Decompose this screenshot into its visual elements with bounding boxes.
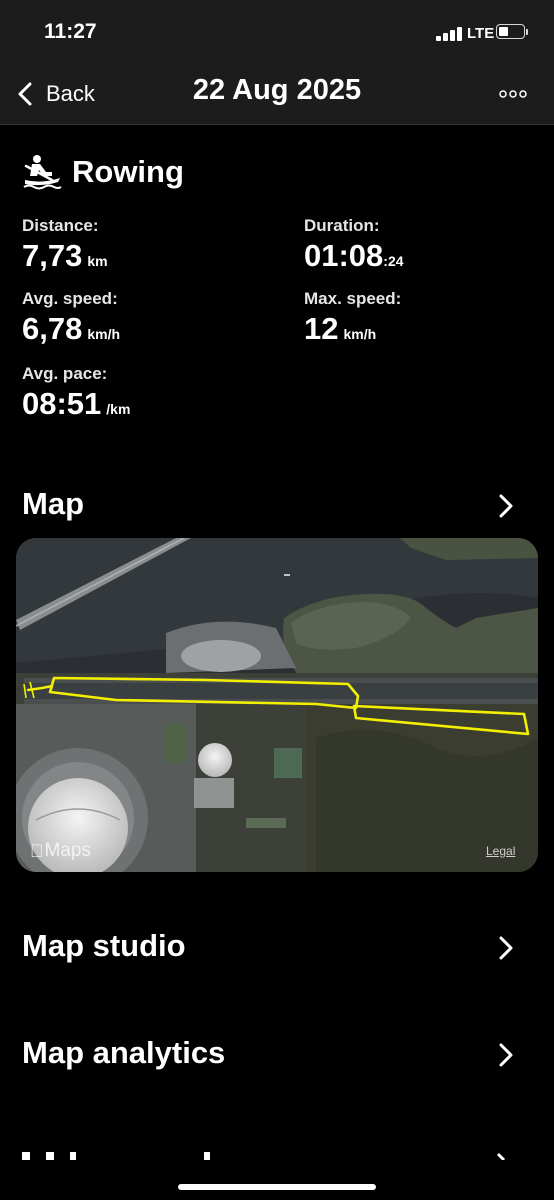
map-row[interactable]: Map — [0, 480, 554, 530]
max-speed-unit: km/h — [343, 326, 377, 342]
chevron-right-icon — [499, 936, 513, 960]
activity-header: Rowing — [22, 152, 184, 192]
distance-unit: km — [87, 253, 108, 269]
avg-speed-unit: km/h — [87, 326, 121, 342]
legal-link[interactable]: Legal — [486, 844, 515, 858]
activity-title: Rowing — [72, 154, 184, 189]
stat-max-speed: Max. speed: 12 km/h — [304, 289, 401, 347]
stat-value: 01:08:24 — [304, 238, 404, 274]
stat-duration: Duration: 01:08:24 — [304, 216, 404, 274]
status-bar: 11:27 LTE — [0, 0, 554, 64]
map-analytics-row[interactable]: Map analytics — [0, 1029, 554, 1079]
status-time: 11:27 — [44, 20, 97, 43]
stat-value: 12 km/h — [304, 311, 401, 347]
section-title-map: Map — [22, 486, 84, 521]
stat-label: Duration: — [304, 216, 380, 235]
duration-value: 01:08 — [304, 238, 384, 273]
stat-value: 08:51/km — [22, 386, 130, 422]
home-indicator — [178, 1184, 376, 1190]
duration-seconds: :24 — [383, 253, 404, 269]
satellite-map — [16, 538, 538, 872]
chevron-right-icon — [499, 494, 513, 518]
map-studio-row[interactable]: Map studio — [0, 922, 554, 972]
network-type: LTE — [467, 25, 495, 42]
battery-icon — [496, 24, 529, 41]
stat-label: Avg. speed: — [22, 289, 118, 308]
map-preview[interactable]:  Maps Legal — [16, 538, 538, 872]
more-button[interactable] — [496, 84, 530, 104]
avg-pace-value: 08:51 — [22, 386, 102, 421]
clipped-row-glyphs — [22, 1152, 506, 1160]
stat-label: Distance: — [22, 216, 99, 235]
signal-icon — [436, 27, 464, 41]
maps-logo-text: Maps — [31, 840, 91, 861]
section-title-map-analytics: Map analytics — [22, 1035, 226, 1070]
stat-distance: Distance: 7,73 km — [22, 216, 108, 274]
partial-row — [22, 1140, 542, 1160]
section-title-map-studio: Map studio — [22, 928, 186, 963]
stat-label: Avg. pace: — [22, 364, 108, 383]
max-speed-value: 12 — [304, 311, 339, 346]
avg-pace-unit: /km — [106, 401, 131, 417]
rowing-icon — [23, 155, 62, 190]
maps-logo:  Maps — [30, 840, 91, 862]
distance-value: 7,73 — [22, 238, 83, 273]
stat-value: 7,73 km — [22, 238, 108, 274]
nav-bar: Back 22 Aug 2025 — [0, 64, 554, 125]
avg-speed-value: 6,78 — [22, 311, 83, 346]
stat-avg-speed: Avg. speed: 6,78 km/h — [22, 289, 120, 347]
stat-label: Max. speed: — [304, 289, 402, 308]
chevron-right-icon — [499, 1043, 513, 1067]
stat-avg-pace: Avg. pace: 08:51/km — [22, 364, 130, 422]
apple-icon:  — [30, 841, 44, 862]
ellipsis-icon — [499, 90, 527, 98]
page-title: 22 Aug 2025 — [192, 74, 362, 106]
stat-value: 6,78 km/h — [22, 311, 120, 347]
